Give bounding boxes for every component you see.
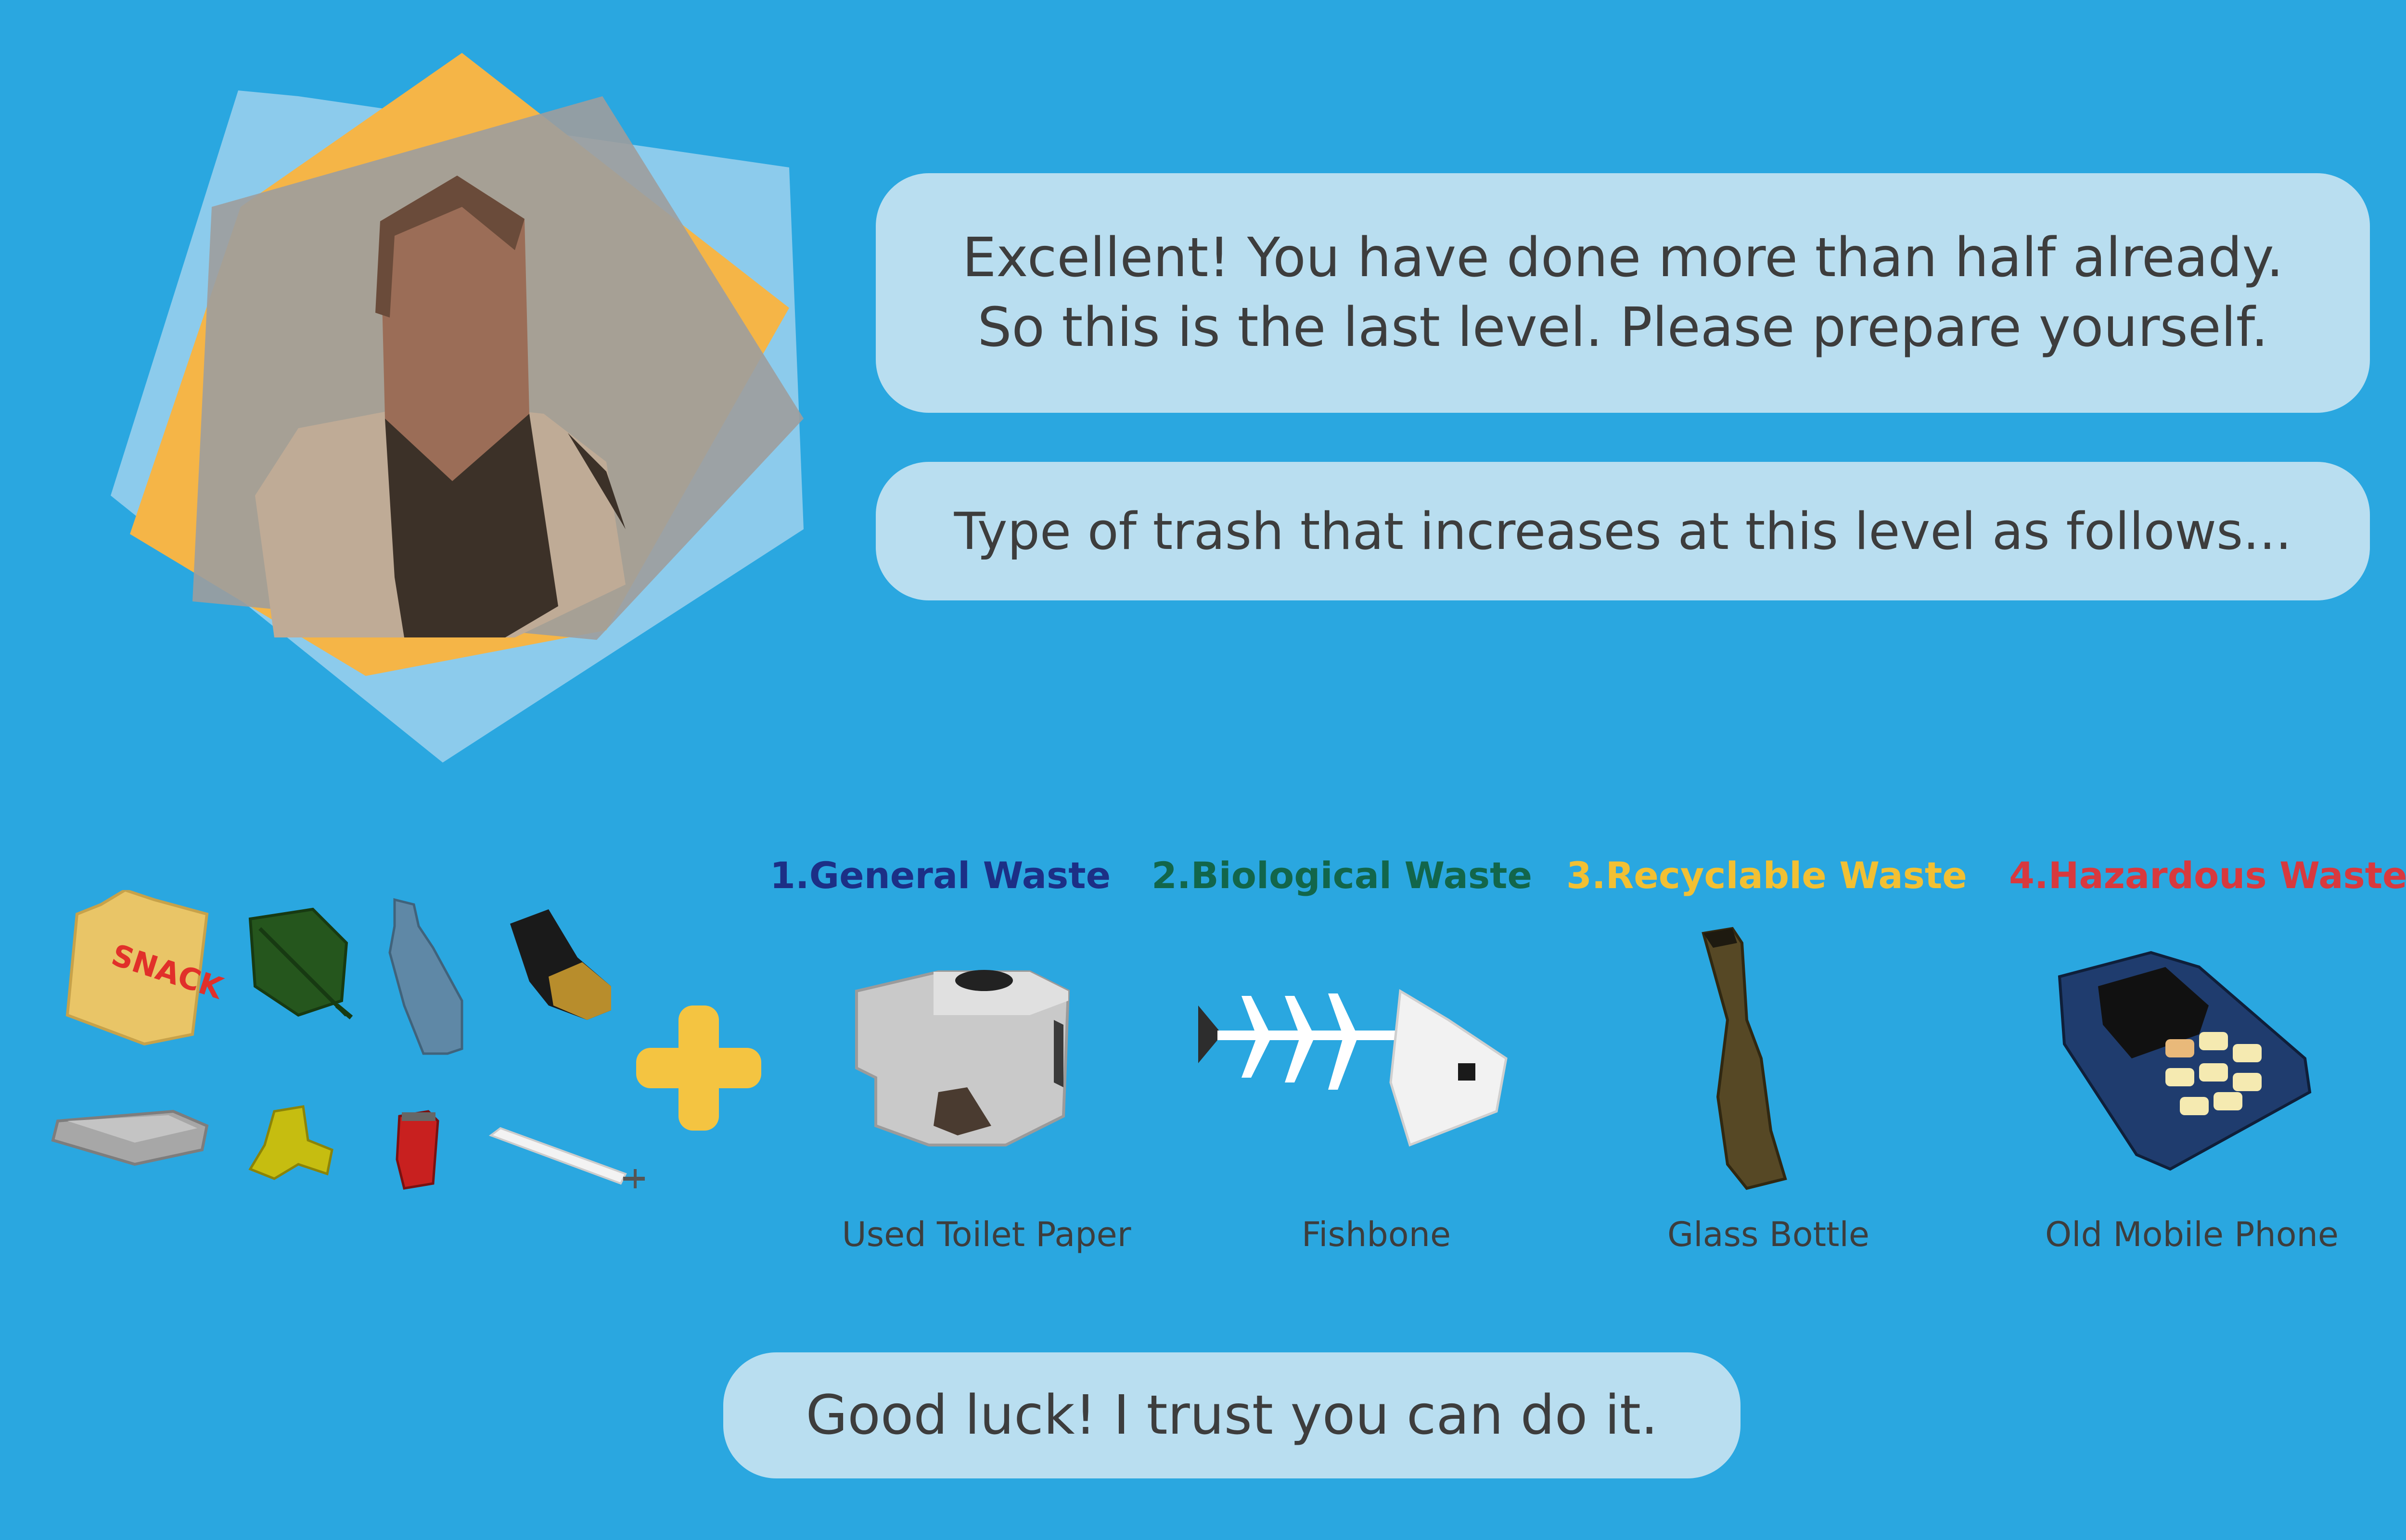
category-number: 3.	[1566, 854, 1606, 897]
fishbone-icon	[1198, 986, 1516, 1159]
mobile-phone-icon	[2055, 948, 2315, 1179]
dialog-bubble-intro: Type of trash that increases at this lev…	[876, 462, 2370, 600]
category-number: 1.	[770, 854, 809, 897]
dialog-bubble-message: Excellent! You have done more than half …	[876, 173, 2370, 413]
category-recyclable: 3.Recyclable Waste	[1566, 854, 1967, 897]
banana-peel-icon	[248, 1105, 333, 1180]
item-label-toilet-paper: Used Toilet Paper	[842, 1215, 1131, 1254]
item-label-fishbone: Fishbone	[1301, 1215, 1451, 1254]
tray-icon	[51, 1109, 209, 1166]
dialog-line-2: So this is the last level. Please prepar…	[977, 296, 2268, 359]
leaf-icon	[248, 907, 353, 1019]
fluorescent-tube-icon	[488, 1127, 645, 1188]
category-number: 4.	[2009, 854, 2048, 897]
glass-bottle-icon	[1694, 924, 1838, 1193]
battery-icon	[510, 909, 611, 1020]
item-label-glass-bottle: Glass Bottle	[1667, 1215, 1870, 1254]
category-number: 2.	[1152, 854, 1191, 897]
dialog-closing-text: Good luck! I trust you can do it.	[806, 1384, 1658, 1447]
dialog-line-1: Excellent! You have done more than half …	[962, 227, 2284, 289]
category-hazardous: 4.Hazardous Waste	[2009, 854, 2406, 897]
category-label: Hazardous Waste	[2048, 854, 2406, 897]
category-biological: 2.Biological Waste	[1152, 854, 1532, 897]
plastic-bottle-icon	[388, 898, 463, 1055]
soda-can-icon	[396, 1110, 439, 1190]
existing-trash-group: SNACK	[48, 888, 674, 1203]
category-label: General Waste	[809, 854, 1111, 897]
portrait-frame	[111, 53, 804, 763]
category-general: 1.General Waste	[770, 854, 1111, 897]
category-label: Recyclable Waste	[1605, 854, 1967, 897]
toilet-paper-icon	[847, 953, 1078, 1164]
category-label: Biological Waste	[1190, 854, 1533, 897]
item-label-mobile-phone: Old Mobile Phone	[2045, 1215, 2339, 1254]
dialog-bubble-closing[interactable]: Good luck! I trust you can do it.	[723, 1352, 1741, 1478]
dialog-intro-text: Type of trash that increases at this lev…	[954, 501, 2292, 561]
plus-icon	[636, 1005, 761, 1131]
character-portrait	[96, 48, 818, 770]
snack-bag-icon: SNACK	[65, 888, 228, 1046]
